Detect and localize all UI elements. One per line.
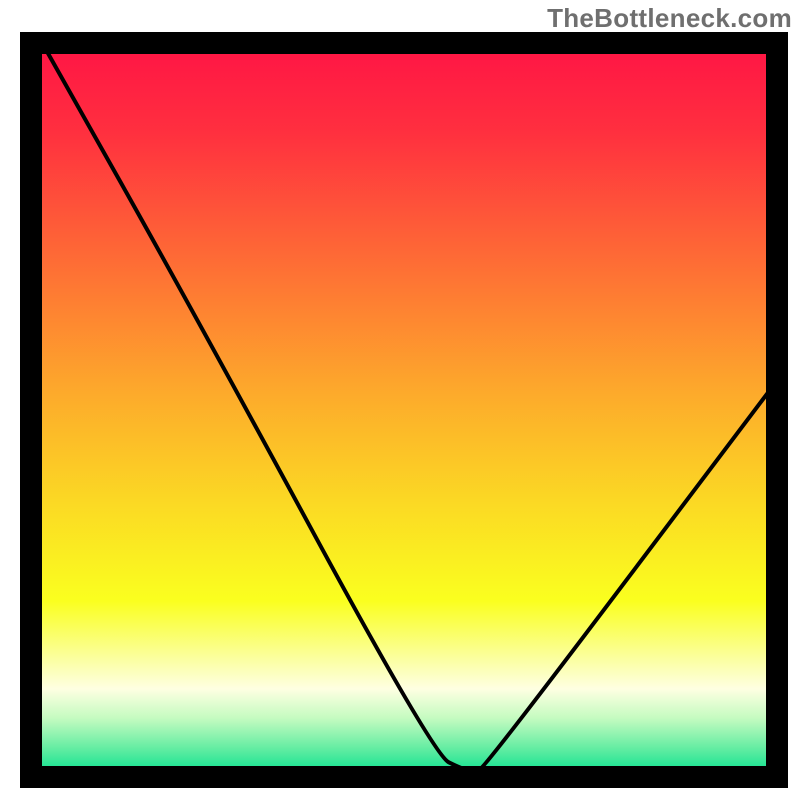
watermark-text: TheBottleneck.com [547, 3, 792, 34]
bottleneck-chart: TheBottleneck.com [0, 0, 800, 800]
chart-canvas [0, 0, 800, 800]
gradient-background [31, 43, 777, 777]
